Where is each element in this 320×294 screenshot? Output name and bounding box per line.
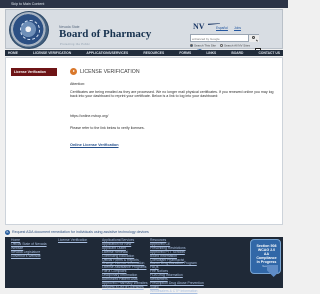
search-button[interactable] xyxy=(248,35,259,42)
state-seal-icon xyxy=(9,11,49,49)
nav-home[interactable]: HOME xyxy=(8,51,18,55)
arrow-circle-icon xyxy=(70,68,77,75)
accessibility-icon: ♿ xyxy=(5,229,10,235)
certificate-notice: Certificates are being emailed as they a… xyxy=(70,90,274,99)
dashboard-url[interactable]: https://online.nvbop.org/ xyxy=(70,114,108,118)
footer-link[interactable]: Governor's Website xyxy=(11,254,57,259)
nav-board[interactable]: BOARD xyxy=(231,51,243,55)
nv-star-icon xyxy=(208,23,220,25)
footer-column-resources: Resources Approved CE Prescribing Restri… xyxy=(150,238,208,294)
radio-this-site[interactable]: Search This Site xyxy=(190,43,216,48)
nv-logo[interactable]: NV xyxy=(193,22,205,32)
main-content: License Verification LICENSE VERIFICATIO… xyxy=(5,57,283,225)
espanol-link[interactable]: Español xyxy=(216,26,228,30)
badge-text: Section 508 WCAG 2.0 AA Compliance In Pr… xyxy=(256,244,277,264)
footer-column-general: Home Official State of Nevada Website Ne… xyxy=(11,238,57,259)
page-title: LICENSE VERIFICATION xyxy=(80,69,140,75)
nevada-map-icon xyxy=(267,265,278,277)
footer: Home Official State of Nevada Website Ne… xyxy=(5,237,283,293)
ada-remediation-link[interactable]: Request ADA document remediation for ind… xyxy=(12,230,149,234)
sidebar-label: License Verification xyxy=(14,70,46,74)
refer-text: Please refer to the link below to verify… xyxy=(70,126,145,130)
nav-applications-services[interactable]: APPLICATIONS/SERVICES xyxy=(86,51,128,55)
online-license-verification-link[interactable]: Online License Verification xyxy=(70,143,119,148)
footer-link[interactable]: Wholesalers & CTP Information xyxy=(150,289,208,294)
nav-links[interactable]: LINKS xyxy=(206,51,216,55)
jobs-link[interactable]: Jobs xyxy=(234,26,241,30)
search-scope: Search This Site Search All NV Sites xyxy=(190,43,250,48)
nav-license-verification[interactable]: LICENSE VERIFICATION xyxy=(33,51,71,55)
radio-all-sites[interactable]: Search All NV Sites xyxy=(219,43,250,48)
main-nav: HOME LICENSE VERIFICATION APPLICATIONS/S… xyxy=(5,50,283,56)
search-icon xyxy=(252,36,256,40)
board-title[interactable]: Board of Pharmacy xyxy=(59,28,151,42)
ada-remediation-bar: ♿ Request ADA document remediation for i… xyxy=(5,228,283,236)
nav-contact-us[interactable]: CONTACT US xyxy=(259,51,280,55)
footer-column-applications: Applications/Services Application for Ne… xyxy=(102,238,150,290)
site-header: Nevada State Board of Pharmacy Protectin… xyxy=(5,9,283,56)
nav-forms[interactable]: FORMS xyxy=(179,51,191,55)
sidebar-item-license-verification[interactable]: License Verification xyxy=(11,68,57,76)
nav-resources[interactable]: RESOURCES xyxy=(143,51,164,55)
skip-to-main-link[interactable]: Skip to Main Content xyxy=(11,2,44,6)
skip-bar: Skip to Main Content xyxy=(0,0,288,8)
attention-label: Attention: xyxy=(70,82,86,86)
search-box xyxy=(190,34,259,42)
board-subtitle: Protecting the Public xyxy=(60,43,91,46)
search-input[interactable] xyxy=(192,36,244,42)
